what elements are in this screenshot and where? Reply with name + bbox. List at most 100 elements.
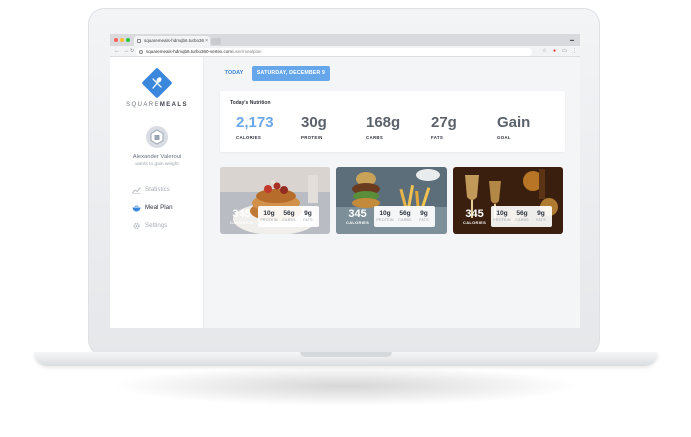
macro-label: FATS — [419, 218, 429, 222]
macro-label: CARBS — [282, 218, 296, 222]
macro-carbs: 56g CARBS — [513, 210, 531, 222]
laptop-screen: squaremeals-hdmqb6.turbo36 × ▬ ← → ↻ squ… — [110, 34, 580, 328]
macro-carbs: 56g CARBS — [396, 210, 414, 222]
macro-label: FATS — [303, 218, 313, 222]
browser-tab-title: squaremeals-hdmqb6.turbo36 — [144, 38, 205, 43]
stat-goal: Gain GOAL — [497, 114, 530, 140]
macro-label: CARBS — [398, 218, 412, 222]
nutrition-card: Today's Nutrition 2,173 CALORIES 30g PRO… — [220, 91, 565, 152]
sidebar-item-label: Statistics — [145, 186, 170, 193]
macro-fats: 9g FATS — [532, 210, 550, 222]
sidebar-item-label: Settings — [145, 222, 168, 229]
url-path: /user/mealplan — [232, 48, 262, 54]
macro-protein: 10g PROTEIN — [260, 210, 278, 222]
macro-label: PROTEIN — [376, 218, 394, 222]
reload-icon[interactable]: ↻ — [130, 46, 134, 57]
stat-value: 168g — [366, 114, 401, 131]
macro-label: PROTEIN — [493, 218, 511, 222]
sidebar: SQUAREMEALS Alexander Valeroui wants to … — [110, 57, 204, 328]
macro-label: FATS — [536, 218, 546, 222]
main-content: TODAY SATURDAY, DECEMBER 9 Today's Nutri… — [204, 57, 580, 328]
favicon-icon — [137, 39, 141, 43]
new-tab-button[interactable] — [211, 38, 221, 45]
stat-calories: 2,173 CALORIES — [236, 114, 274, 140]
macro-value: 9g — [537, 210, 545, 217]
nutrition-title: Today's Nutrition — [230, 100, 271, 106]
sidebar-item-settings[interactable]: Settings — [132, 220, 202, 232]
bowl-icon — [132, 205, 141, 212]
url-host: squaremeals-hdmqb6.turbo360-vertex.com — [146, 48, 233, 54]
macro-fats: 9g FATS — [415, 210, 433, 222]
stat-fats: 27g FATS — [431, 114, 457, 140]
meal-card[interactable]: 345 CALORIES 10g PROTEIN 56g CARBS 9g FATS — [220, 167, 330, 234]
meal-calories: 345 CALORIES — [230, 208, 253, 225]
meal-macros: 10g PROTEIN 56g CARBS 9g FATS — [374, 206, 435, 227]
gear-icon — [133, 222, 140, 230]
url-field[interactable]: squaremeals-hdmqb6.turbo360-vertex.com/u… — [136, 47, 532, 56]
sidebar-item-statistics[interactable]: Statistics — [132, 184, 202, 196]
window-minimize-button[interactable] — [120, 38, 124, 42]
stat-label: FATS — [431, 135, 444, 140]
browser-tab[interactable]: squaremeals-hdmqb6.turbo36 × — [134, 36, 210, 46]
stat-protein: 30g PROTEIN — [301, 114, 327, 140]
browser-tab-bar: squaremeals-hdmqb6.turbo36 × ▬ — [110, 34, 580, 46]
chart-icon — [132, 187, 141, 194]
stat-label: GOAL — [497, 135, 511, 140]
macro-protein: 10g PROTEIN — [493, 210, 511, 222]
brand-name: SQUAREMEALS — [110, 102, 204, 108]
avatar[interactable] — [146, 126, 168, 148]
macro-value: 56g — [399, 210, 411, 217]
back-arrow-icon[interactable]: ← — [114, 46, 120, 57]
meal-card[interactable]: 345 CALORIES 10g PROTEIN 56g CARBS 9g FATS — [336, 167, 447, 234]
logo[interactable] — [141, 67, 173, 99]
stat-value: 2,173 — [236, 114, 274, 131]
window-close-button[interactable] — [114, 38, 118, 42]
macro-label: CARBS — [515, 218, 529, 222]
meal-calories: 345 CALORIES — [346, 208, 369, 225]
macro-protein: 10g PROTEIN — [376, 210, 394, 222]
meal-calories: 345 CALORIES — [463, 208, 486, 225]
today-button[interactable]: TODAY — [220, 66, 248, 81]
macro-value: 10g — [263, 210, 275, 217]
sidebar-item-meal-plan[interactable]: Meal Plan — [132, 202, 202, 214]
stat-carbs: 168g CARBS — [366, 114, 400, 140]
info-icon — [139, 49, 143, 54]
stat-label: CARBS — [366, 135, 384, 140]
macro-value: 56g — [516, 210, 528, 217]
macro-carbs: 56g CARBS — [280, 210, 298, 222]
bookmark-star-icon[interactable]: ☆ — [542, 47, 546, 56]
meal-card[interactable]: 345 CALORIES 10g PROTEIN 56g CARBS 9g FATS — [453, 167, 563, 234]
sidebar-item-label: Meal Plan — [145, 204, 173, 211]
cast-icon[interactable]: ▭ — [562, 47, 567, 56]
macro-value: 56g — [283, 210, 295, 217]
meal-calories-value: 345 — [232, 208, 251, 220]
meal-calories-value: 345 — [465, 208, 484, 220]
stat-label: CALORIES — [236, 135, 262, 140]
stat-value: 30g — [301, 114, 327, 131]
user-goal: wants to gain weight — [135, 162, 179, 167]
stat-label: PROTEIN — [301, 135, 323, 140]
user-name: Alexander Valeroui — [132, 154, 182, 160]
brand-name-light: SQUARE — [126, 102, 160, 108]
user-hexagon-icon — [150, 129, 164, 145]
date-button[interactable]: SATURDAY, DECEMBER 9 — [252, 66, 330, 81]
tab-close-icon[interactable]: × — [205, 36, 208, 46]
stat-value: Gain — [497, 114, 531, 131]
macro-value: 10g — [496, 210, 508, 217]
macro-value: 10g — [379, 210, 391, 217]
menu-kebab-icon[interactable]: ⋮ — [572, 47, 577, 56]
stage: squaremeals-hdmqb6.turbo36 × ▬ ← → ↻ squ… — [0, 0, 691, 437]
browser-address-bar: ← → ↻ squaremeals-hdmqb6.turbo360-vertex… — [110, 46, 580, 57]
window-zoom-button[interactable] — [126, 38, 130, 42]
meal-macros: 10g PROTEIN 56g CARBS 9g FATS — [491, 206, 552, 227]
stat-value: 27g — [431, 114, 457, 131]
extension-icon[interactable]: ● — [553, 47, 556, 56]
profile-icon[interactable]: ▬ — [570, 36, 574, 44]
macro-value: 9g — [420, 210, 428, 217]
meal-calories-label: CALORIES — [346, 220, 370, 225]
meal-calories-label: CALORIES — [463, 220, 487, 225]
forward-arrow-icon[interactable]: → — [123, 46, 129, 57]
meal-calories-label: CALORIES — [230, 220, 254, 225]
macro-value: 9g — [304, 210, 312, 217]
laptop-notch — [300, 352, 392, 357]
